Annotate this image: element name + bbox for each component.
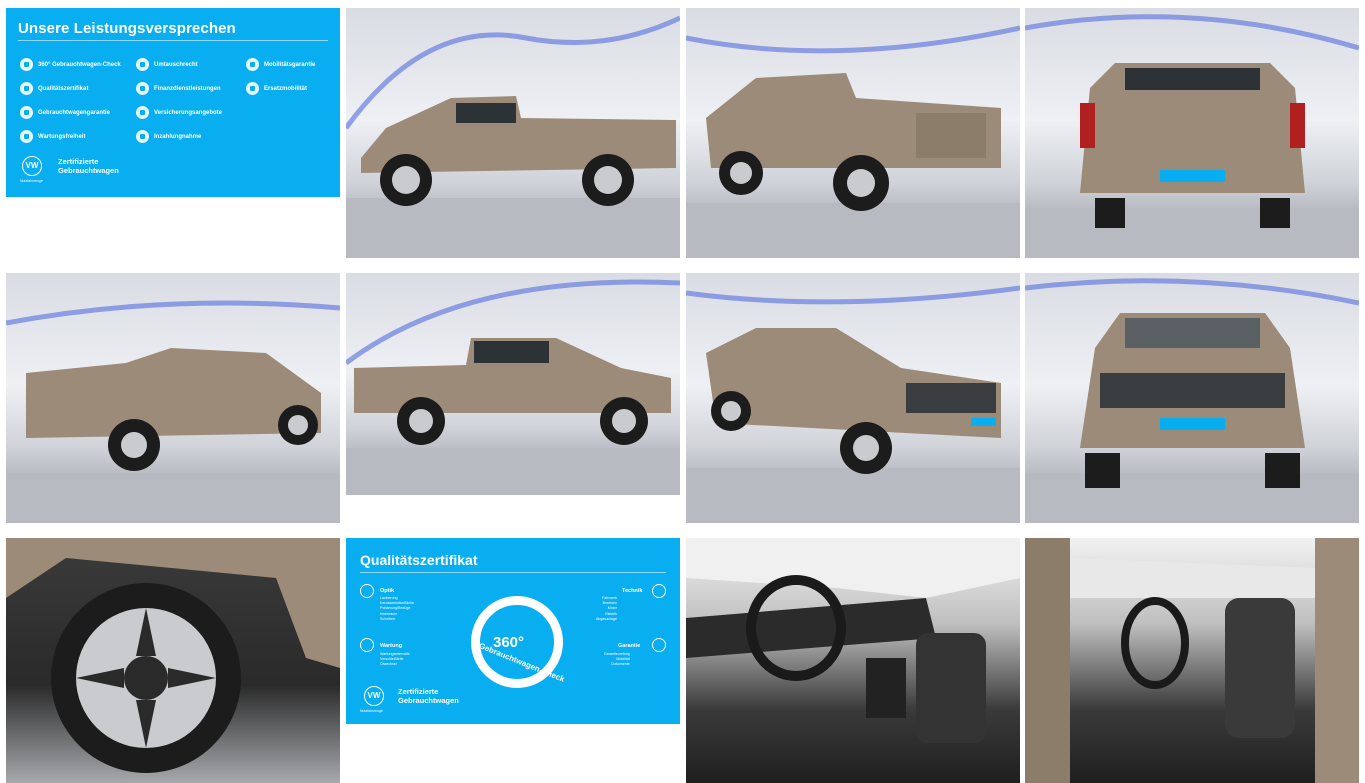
- divider: [360, 572, 666, 573]
- qualitaetszertifikat-card[interactable]: Qualitätszertifikat Optik Lackierung Karo…: [346, 538, 680, 724]
- feature-item: Ersatzmobilität: [246, 82, 307, 95]
- feature-item: Qualitätszertifikat: [20, 82, 88, 95]
- photo-rear-three-quarter[interactable]: [686, 8, 1020, 258]
- feature-item: Finanzdienstleistungen: [136, 82, 221, 95]
- shield-icon: [20, 106, 33, 119]
- truck-front-quarter-image: [686, 285, 1020, 523]
- leistungsversprechen-card[interactable]: Unsere Leistungsversprechen 360° Gebrauc…: [6, 8, 340, 197]
- truck-front-image: [1025, 278, 1359, 523]
- photo-front[interactable]: [1025, 273, 1359, 523]
- garantie-icon: [652, 638, 666, 652]
- garantie-label: Garantie: [618, 643, 641, 649]
- feature-item: Wartungsfreiheit: [20, 130, 85, 143]
- vw-logo: VW: [364, 686, 384, 706]
- technik-label: Technik: [622, 588, 643, 594]
- trade-in-icon: [136, 130, 149, 143]
- truck-rear-image: [1025, 14, 1359, 258]
- feature-item: Umtauschrecht: [136, 58, 198, 71]
- mobility-icon: [246, 58, 259, 71]
- feature-item: Versicherungsangebote: [136, 106, 222, 119]
- feature-item: Inzahlungnahme: [136, 130, 201, 143]
- photo-front-three-quarter[interactable]: [686, 273, 1020, 523]
- truck-rear-quarter-image: [686, 25, 1020, 258]
- truck-side-image-2: [346, 279, 680, 495]
- exchange-icon: [136, 58, 149, 71]
- wartung-items: Wartungsintervalle Verschleißteile Ölwechs…: [380, 652, 410, 667]
- finance-icon: [136, 82, 149, 95]
- feature-item: 360° Gebrauchtwagen-Check: [20, 58, 121, 71]
- certified-label: Zertifizierte Gebrauchtwagen: [58, 157, 119, 175]
- divider: [18, 40, 328, 41]
- wartung-label: Wartung: [380, 643, 403, 649]
- technik-icon: [652, 584, 666, 598]
- check-icon: [20, 58, 33, 71]
- certificate-icon: [20, 82, 33, 95]
- optik-icon: [360, 584, 374, 598]
- photo-rear-three-quarter-left[interactable]: [6, 273, 340, 523]
- vw-logo: VW: [22, 156, 42, 176]
- garantie-items: Garantieumfang Mobilität Dokumente: [604, 652, 630, 667]
- photo-interior-door[interactable]: [1025, 538, 1359, 783]
- photo-wheel[interactable]: [6, 538, 340, 783]
- wartung-icon: [360, 638, 374, 652]
- feature-item: Gebrauchtwagengarantie: [20, 106, 110, 119]
- brand-small: Nutzfahrzeuge: [20, 179, 43, 183]
- truck-side-image: [346, 15, 680, 258]
- truck-rear-left-image: [6, 300, 340, 523]
- feature-item: Mobilitätsgarantie: [246, 58, 315, 71]
- photo-interior-driver[interactable]: [686, 538, 1020, 783]
- photo-rear[interactable]: [1025, 8, 1359, 258]
- card-title: Qualitätszertifikat: [360, 552, 478, 568]
- wheel-closeup-image: [6, 538, 340, 773]
- photo-side-left[interactable]: [346, 8, 680, 258]
- interior-door-image: [1025, 538, 1359, 783]
- wrench-icon: [20, 130, 33, 143]
- interior-cockpit-image: [686, 538, 1020, 743]
- card-title: Unsere Leistungsversprechen: [18, 20, 236, 37]
- certified-label: Zertifizierte Gebrauchtwagen: [398, 687, 459, 705]
- optik-label: Optik: [380, 588, 395, 594]
- technik-items: Fahrwerk Bremsen Motor Elektrik Abgasanlage: [596, 596, 617, 621]
- optik-items: Lackierung Karosserieoberfläche Polsterung…: [380, 596, 414, 621]
- brand-small: Nutzfahrzeuge: [360, 709, 383, 713]
- car-icon: [246, 82, 259, 95]
- insurance-icon: [136, 106, 149, 119]
- photo-side-left-2[interactable]: [346, 273, 680, 495]
